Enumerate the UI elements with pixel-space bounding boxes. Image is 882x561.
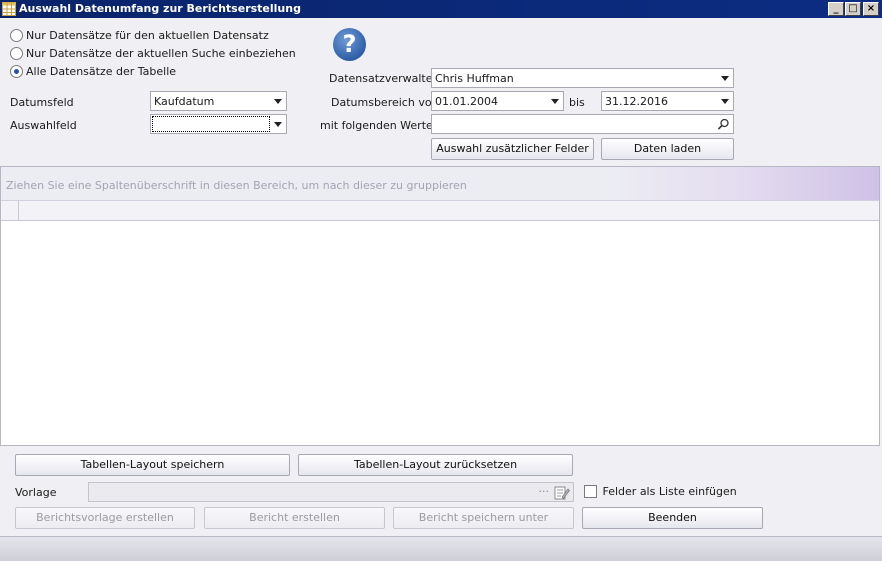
radio-all-records[interactable]: Alle Datensätze der Tabelle xyxy=(10,64,176,80)
verwalter-select[interactable]: Chris Huffman xyxy=(431,68,734,88)
vorlage-field: ··· xyxy=(88,482,574,502)
radio-current-record[interactable]: Nur Datensätze für den aktuellen Datensa… xyxy=(10,28,269,44)
row-indicator-header xyxy=(1,201,19,221)
minimize-button[interactable]: _ xyxy=(828,2,844,16)
search-icon[interactable] xyxy=(717,118,730,131)
bericht-speichern-button[interactable]: Bericht speichern unter xyxy=(393,507,574,529)
radio-indicator[interactable] xyxy=(10,64,23,78)
auswahlfeld-select[interactable] xyxy=(150,114,287,134)
status-bar xyxy=(0,536,882,561)
felder-liste-label: Felder als Liste einfügen xyxy=(602,484,737,498)
table-icon xyxy=(2,2,16,16)
column-header-row[interactable] xyxy=(1,201,879,221)
help-icon[interactable]: ? xyxy=(333,28,366,61)
close-button[interactable]: × xyxy=(863,2,879,16)
title-bar: Auswahl Datenumfang zur Berichtserstellu… xyxy=(0,0,882,18)
chevron-down-icon[interactable] xyxy=(274,122,282,127)
group-panel-hint: Ziehen Sie eine Spaltenüberschrift in di… xyxy=(6,179,467,192)
radio-indicator[interactable] xyxy=(10,46,23,60)
zusatz-felder-button[interactable]: Auswahl zusätzlicher Felder xyxy=(431,138,594,160)
bis-label: bis xyxy=(569,96,585,109)
felder-liste-checkbox[interactable] xyxy=(584,484,597,498)
edit-icon[interactable] xyxy=(554,485,570,500)
datumsfeld-label: Datumsfeld xyxy=(10,96,74,109)
radio-indicator[interactable] xyxy=(10,28,23,42)
bericht-erstellen-button[interactable]: Bericht erstellen xyxy=(204,507,385,529)
berichtsvorlage-erstellen-button[interactable]: Berichtsvorlage erstellen xyxy=(15,507,195,529)
werte-label: mit folgenden Werten xyxy=(320,119,440,132)
date-from-picker[interactable]: 01.01.2004 xyxy=(431,91,564,111)
vorlage-label: Vorlage xyxy=(15,486,57,499)
verwalter-label: Datensatzverwalter xyxy=(329,72,438,85)
focus-rectangle xyxy=(152,116,270,132)
beenden-button[interactable]: Beenden xyxy=(582,507,763,529)
window-title: Auswahl Datenumfang zur Berichtserstellu… xyxy=(19,2,301,15)
auswahlfeld-label: Auswahlfeld xyxy=(10,119,77,132)
layout-reset-button[interactable]: Tabellen-Layout zurücksetzen xyxy=(298,454,573,476)
felder-liste-checkbox-row[interactable]: Felder als Liste einfügen xyxy=(584,484,737,498)
chevron-down-icon[interactable] xyxy=(721,99,729,104)
chevron-down-icon[interactable] xyxy=(551,99,559,104)
daten-laden-button[interactable]: Daten laden xyxy=(601,138,734,160)
werte-search-input[interactable] xyxy=(431,114,734,134)
chevron-down-icon[interactable] xyxy=(274,99,282,104)
radio-current-search[interactable]: Nur Datensätze der aktuellen Suche einbe… xyxy=(10,46,296,62)
maximize-button[interactable]: □ xyxy=(845,2,861,16)
datumsfeld-select[interactable]: Kaufdatum xyxy=(150,91,287,111)
layout-save-button[interactable]: Tabellen-Layout speichern xyxy=(15,454,290,476)
date-to-picker[interactable]: 31.12.2016 xyxy=(601,91,734,111)
datumsbereich-label: Datumsbereich von xyxy=(331,96,439,109)
chevron-down-icon[interactable] xyxy=(721,76,729,81)
ellipsis-button[interactable]: ··· xyxy=(539,485,550,498)
